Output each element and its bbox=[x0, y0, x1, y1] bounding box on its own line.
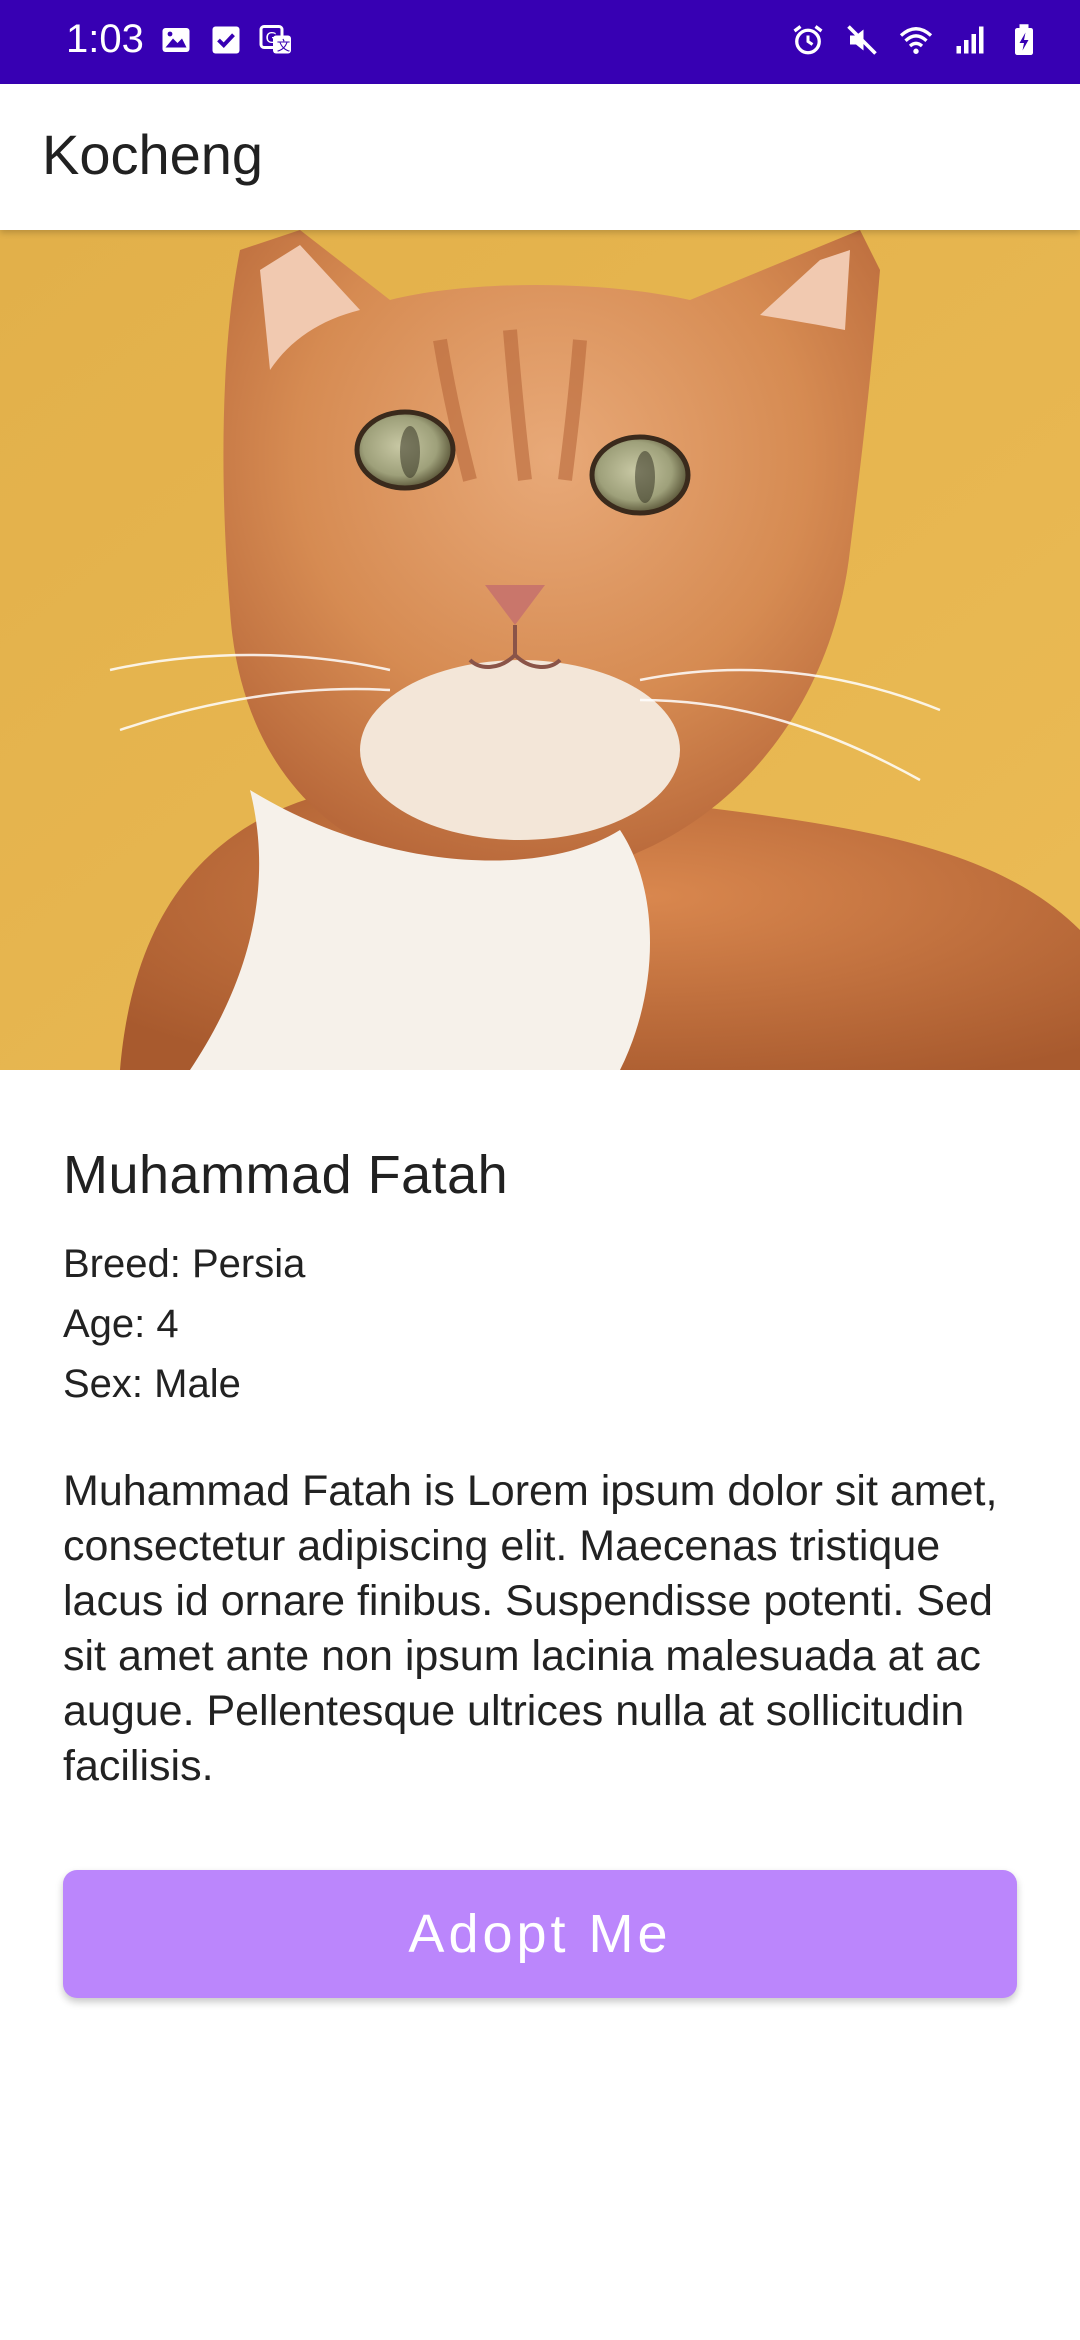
cat-description: Muhammad Fatah is Lorem ipsum dolor sit … bbox=[63, 1467, 998, 1790]
image-icon bbox=[162, 28, 190, 52]
cat-age: Age: 4 bbox=[63, 1302, 179, 1346]
cat-name: Muhammad Fatah bbox=[63, 1145, 509, 1205]
checkbox-icon bbox=[212, 26, 240, 54]
cat-breed: Breed: Persia bbox=[63, 1242, 306, 1286]
adopt-me-button[interactable]: Adopt Me bbox=[63, 1870, 1017, 1998]
cat-photo bbox=[0, 230, 1080, 1070]
cat-attributes: Breed: Persia Age: 4 Sex: Male bbox=[63, 1234, 1017, 1414]
cat-illustration bbox=[0, 230, 1080, 1070]
svg-text:文: 文 bbox=[277, 39, 291, 55]
app-bar: Kocheng bbox=[0, 84, 1080, 230]
wifi-icon bbox=[899, 27, 933, 54]
app-title: Kocheng bbox=[42, 123, 264, 186]
signal-icon bbox=[956, 26, 984, 54]
alarm-icon bbox=[793, 25, 823, 55]
status-left-icons: G 文 bbox=[158, 22, 294, 58]
status-right-icons bbox=[790, 22, 1042, 58]
mute-icon bbox=[847, 25, 877, 55]
cat-sex: Sex: Male bbox=[63, 1362, 241, 1406]
battery-icon bbox=[1015, 24, 1033, 55]
status-bar: 1:03 G 文 bbox=[0, 0, 1080, 84]
translate-icon: G 文 bbox=[259, 25, 291, 55]
status-time: 1:03 bbox=[66, 17, 144, 61]
cat-details: Muhammad Fatah Breed: Persia Age: 4 Sex:… bbox=[63, 1140, 1017, 1794]
